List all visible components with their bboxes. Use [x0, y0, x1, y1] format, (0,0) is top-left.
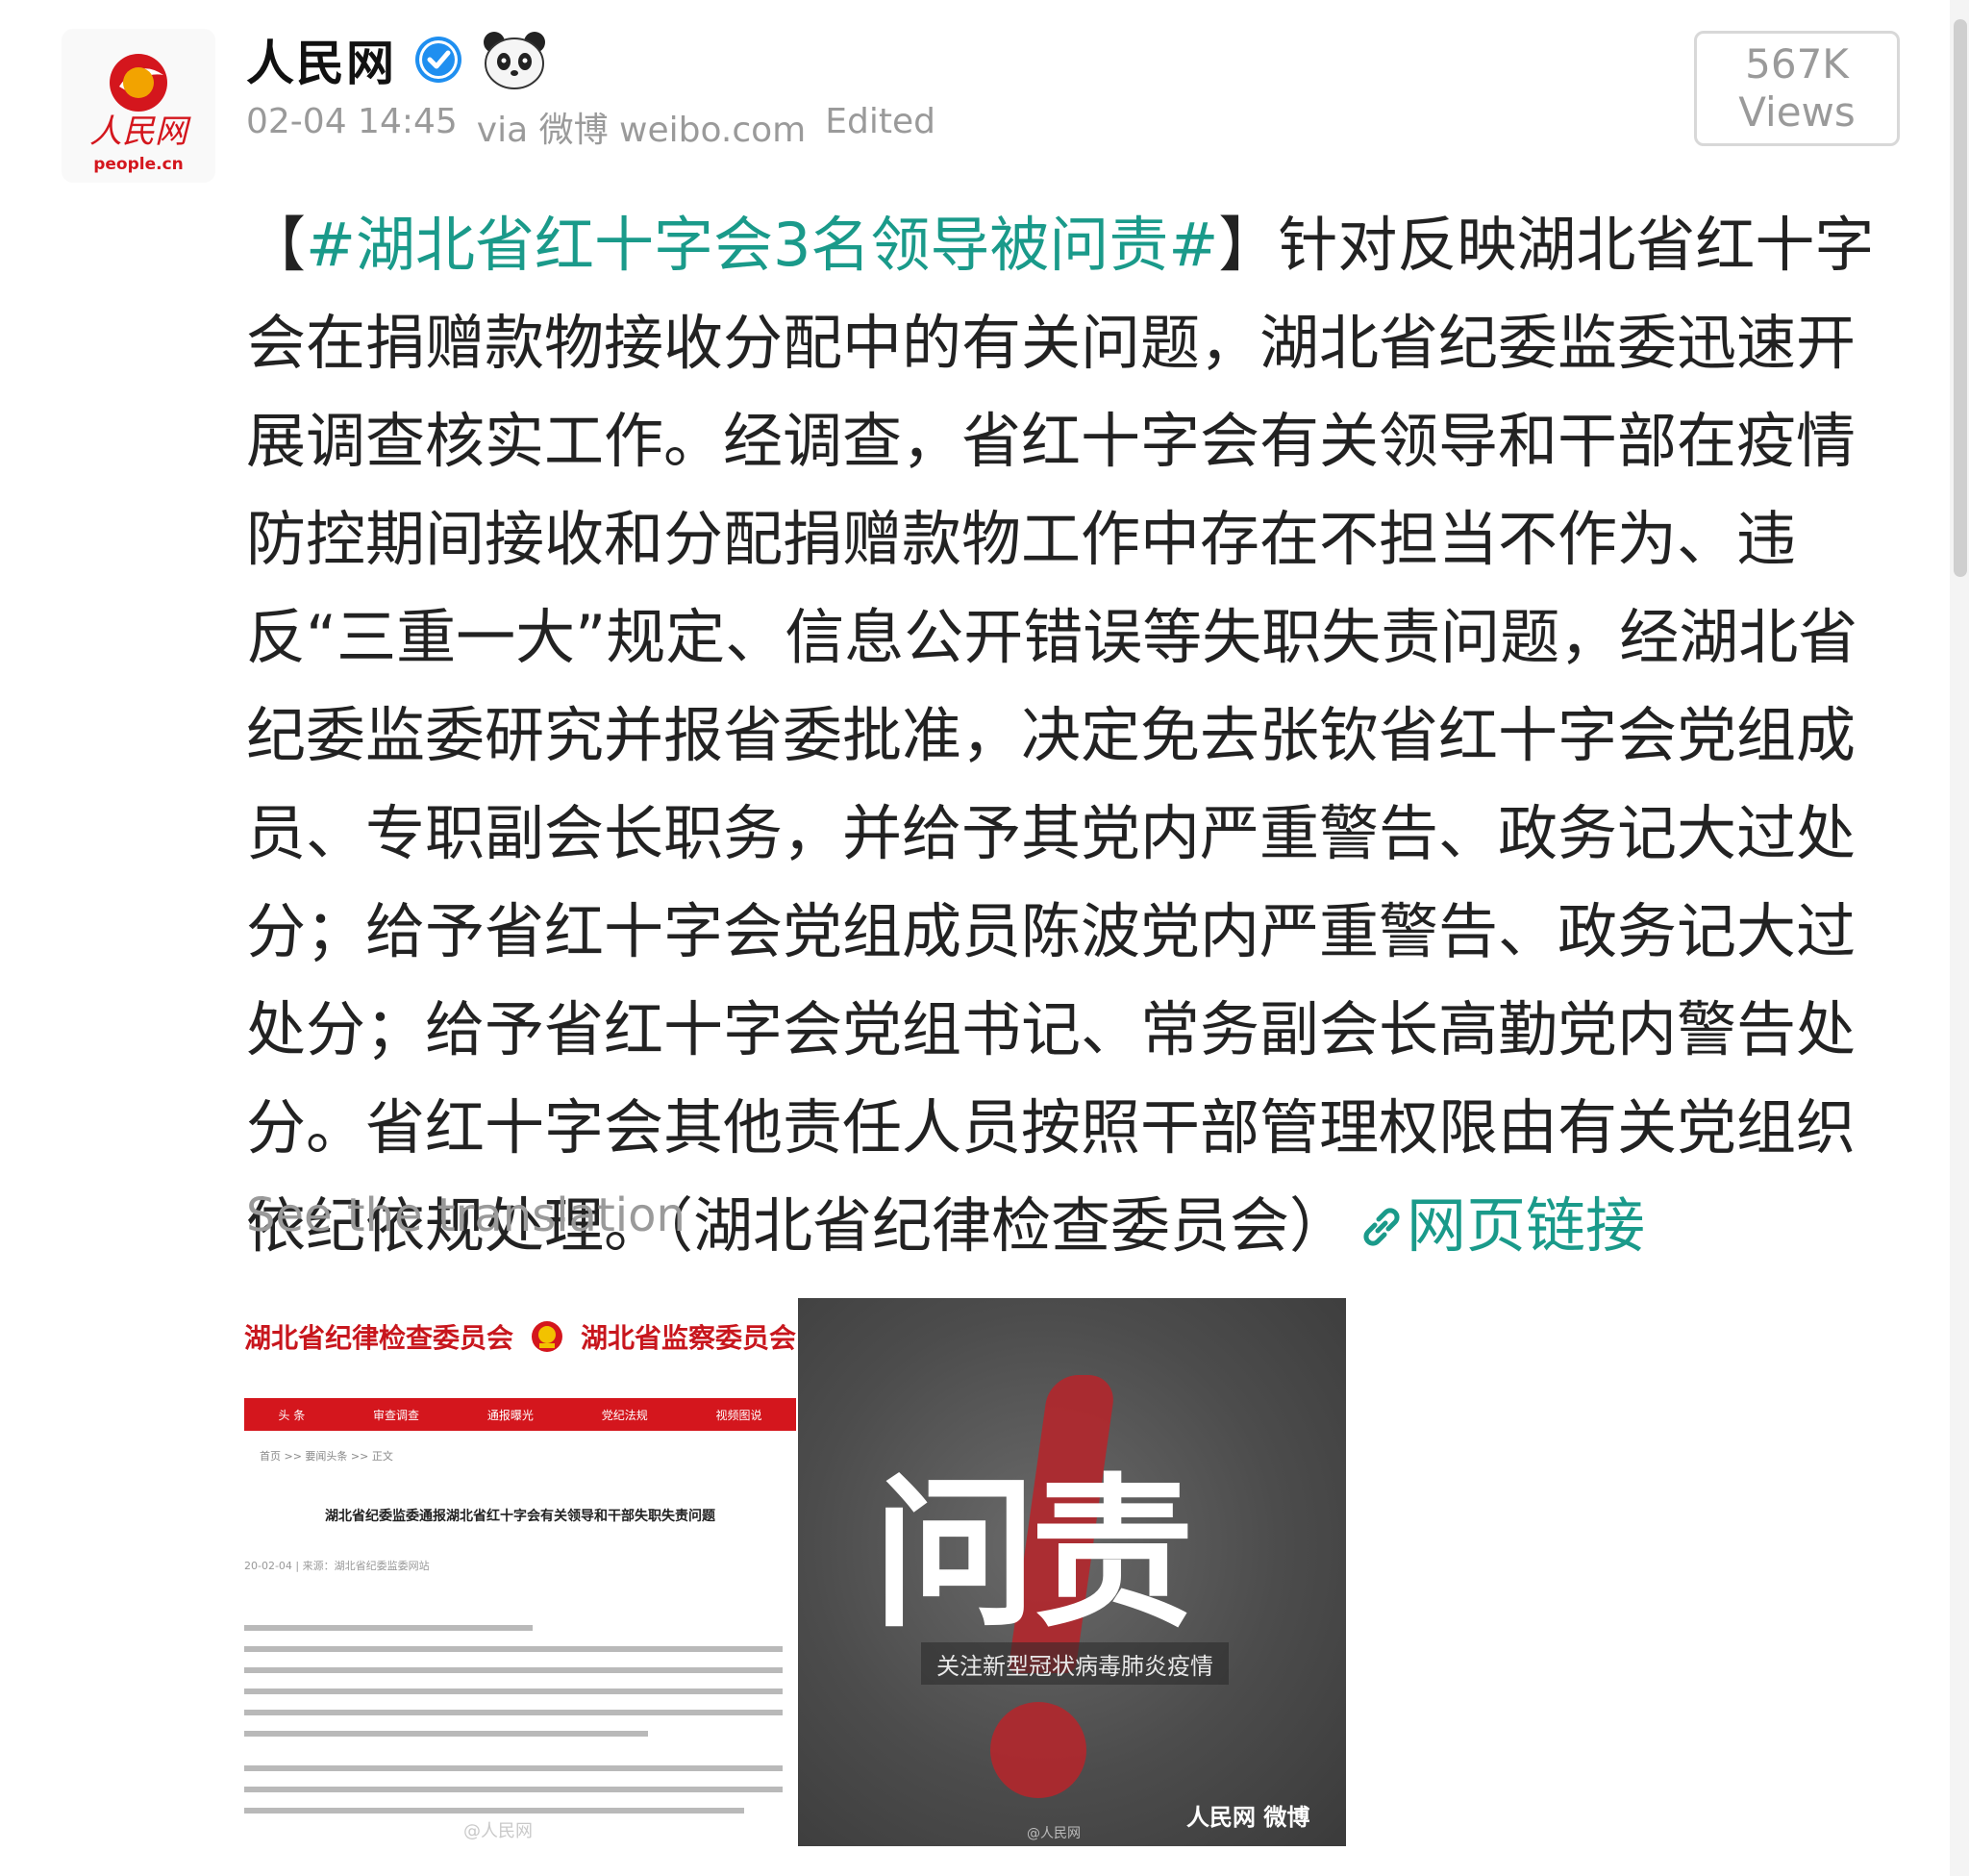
views-counter: 567K Views [1694, 31, 1900, 146]
graphic-brand: 人民网 微博 [1186, 1804, 1310, 1831]
svg-text:人民网: 人民网 [89, 113, 191, 151]
panda-badge-icon [484, 32, 545, 89]
article-meta: 20-02-04 | 来源：湖北省纪委监委网站 [244, 1560, 430, 1572]
post-timestamp: 02-04 14:45 [246, 102, 458, 141]
post-image-graphic[interactable]: 问责 关注新型冠状病毒肺炎疫情 @人民网 人民网 微博 [798, 1298, 1346, 1846]
post-body: 【#湖北省红十字会3名领导被问责#】针对反映湖北省红十字会在捐赠款物接收分配中的… [246, 196, 1900, 1275]
verified-badge-icon [415, 37, 461, 83]
people-daily-logo-icon: 人民网 people.cn [89, 54, 191, 174]
author-name[interactable]: 人民网 [246, 25, 396, 94]
national-emblem-icon [532, 1321, 562, 1352]
post-body-text: 针对反映湖北省红十字会在捐赠款物接收分配中的有关问题，湖北省纪委监委迅速开展调查… [246, 210, 1875, 1261]
scrollbar-track[interactable] [1950, 0, 1969, 1876]
author-avatar[interactable]: 人民网 people.cn [62, 29, 215, 183]
web-link[interactable]: 网页链接 [1407, 1190, 1645, 1261]
site-title-left: 湖北省纪律检查委员会 [244, 1322, 514, 1354]
article-title: 湖北省纪委监委通报湖北省红十字会有关领导和干部失职失责问题 [325, 1509, 715, 1524]
nav-item: 头 条 [278, 1408, 306, 1422]
image-watermark: @人民网 [463, 1821, 533, 1841]
views-label: Views [1738, 88, 1856, 136]
scrollbar-thumb[interactable] [1954, 19, 1967, 577]
bracket-open: 【 [246, 210, 307, 280]
views-count: 567K [1745, 40, 1849, 88]
post-image-website[interactable]: 湖北省纪律检查委员会 湖北省监察委员会 头 条 审查调查 通报曝光 党纪法规 视… [244, 1298, 796, 1846]
nav-item: 审查调查 [373, 1408, 420, 1422]
author-line: 人民网 [246, 21, 548, 98]
image-watermark: @人民网 [1027, 1826, 1081, 1841]
edited-label[interactable]: Edited [825, 102, 935, 152]
site-header: 湖北省纪律检查委员会 湖北省监察委员会 [244, 1312, 796, 1362]
nav-item: 视频图说 [715, 1408, 762, 1422]
bracket-close: 】 [1218, 210, 1279, 280]
post-meta: 02-04 14:45 via 微博 weibo.com Edited [246, 102, 935, 152]
site-title-right: 湖北省监察委员会 [580, 1322, 796, 1354]
site-breadcrumb: 首页 >> 要闻头条 >> 正文 [260, 1450, 393, 1463]
site-navbar: 头 条 审查调查 通报曝光 党纪法规 视频图说 [244, 1398, 796, 1431]
see-translation-link[interactable]: See the translation [246, 1188, 685, 1242]
article-text-lines [244, 1625, 796, 1829]
graphic-headline: 问责 [873, 1460, 1194, 1650]
nav-item: 通报曝光 [486, 1408, 534, 1422]
graphic-caption: 关注新型冠状病毒肺炎疫情 [921, 1642, 1229, 1685]
exclamation-dot-shape [990, 1702, 1086, 1798]
link-icon[interactable] [1357, 1202, 1407, 1252]
svg-text:people.cn: people.cn [93, 155, 184, 174]
post-source[interactable]: via 微博 weibo.com [477, 102, 806, 152]
hashtag-link[interactable]: #湖北省红十字会3名领导被问责# [306, 210, 1218, 280]
nav-item: 党纪法规 [601, 1408, 648, 1422]
